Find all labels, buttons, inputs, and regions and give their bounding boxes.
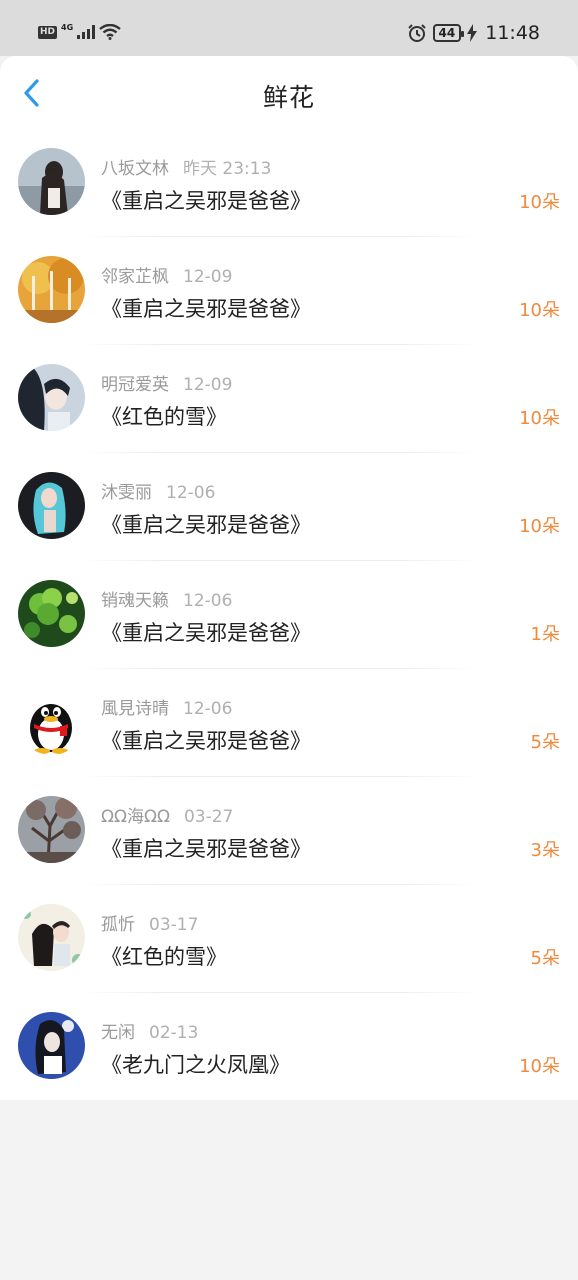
- user-name: 明冠爱英: [101, 375, 169, 395]
- user-name: 孤忻: [101, 915, 135, 935]
- user-name: 销魂天籁: [101, 591, 169, 611]
- avatar[interactable]: [18, 688, 85, 755]
- flower-count: 10朵: [519, 516, 560, 537]
- record-date: 12-09: [183, 375, 233, 395]
- record-meta: 八坂文林 昨天 23:13: [101, 154, 271, 179]
- record-date: 03-27: [183, 807, 234, 827]
- avatar[interactable]: [18, 148, 85, 215]
- wifi-icon: [99, 24, 121, 40]
- book-title: 《老九门之火凤凰》: [101, 1053, 290, 1077]
- status-left: HD 4G: [38, 22, 121, 40]
- user-name: ΩΩ海ΩΩ: [101, 807, 170, 827]
- network-type: 4G: [61, 22, 74, 32]
- user-name: 八坂文林: [101, 159, 169, 179]
- flower-count: 10朵: [519, 192, 560, 213]
- flower-count: 10朵: [519, 408, 560, 429]
- record-meta: 销魂天籁 12-06: [101, 586, 232, 611]
- battery-icon: 44: [432, 24, 464, 42]
- record-meta: 邻家芷枫 12-09: [101, 262, 232, 287]
- avatar[interactable]: [18, 904, 85, 971]
- flower-count: 3朵: [530, 840, 560, 861]
- list-item[interactable]: 邻家芷枫 12-09 《重启之吴邪是爸爸》 10朵: [0, 236, 578, 344]
- user-name: 邻家芷枫: [101, 267, 169, 287]
- record-meta: 无闲 02-13: [101, 1018, 198, 1043]
- record-date: 12-06: [166, 483, 216, 503]
- record-meta: ΩΩ海ΩΩ 03-27: [101, 802, 233, 827]
- list-item[interactable]: ΩΩ海ΩΩ 03-27 《重启之吴邪是爸爸》 3朵: [0, 776, 578, 884]
- hd-icon: HD: [38, 25, 58, 39]
- list-item[interactable]: 八坂文林 昨天 23:13 《重启之吴邪是爸爸》 10朵: [0, 128, 578, 236]
- user-name: 風見诗晴: [101, 699, 169, 719]
- book-title: 《重启之吴邪是爸爸》: [101, 189, 311, 213]
- book-title: 《红色的雪》: [101, 405, 227, 429]
- book-title: 《重启之吴邪是爸爸》: [101, 621, 311, 645]
- avatar[interactable]: [18, 256, 85, 323]
- page-title: 鲜花: [262, 83, 315, 112]
- user-name: 沐雯丽: [101, 483, 152, 503]
- record-date: 03-17: [149, 915, 199, 935]
- book-title: 《红色的雪》: [101, 945, 227, 969]
- record-date: 02-13: [149, 1023, 199, 1043]
- flower-count: 10朵: [519, 1056, 560, 1077]
- flower-count: 5朵: [530, 732, 560, 753]
- list-item[interactable]: 風見诗晴 12-06 《重启之吴邪是爸爸》 5朵: [0, 668, 578, 776]
- alarm-icon: [407, 24, 426, 42]
- clock: 11:48: [485, 22, 540, 44]
- book-title: 《重启之吴邪是爸爸》: [101, 297, 311, 321]
- record-date: 昨天 23:13: [183, 159, 272, 179]
- list-item[interactable]: 孤忻 03-17 《红色的雪》 5朵: [0, 884, 578, 992]
- flower-count: 10朵: [519, 300, 560, 321]
- avatar[interactable]: [18, 472, 85, 539]
- flower-count: 5朵: [530, 948, 560, 969]
- avatar[interactable]: [18, 796, 85, 863]
- avatar[interactable]: [18, 580, 85, 647]
- book-title: 《重启之吴邪是爸爸》: [101, 729, 311, 753]
- list-item[interactable]: 沐雯丽 12-06 《重启之吴邪是爸爸》 10朵: [0, 452, 578, 560]
- book-title: 《重启之吴邪是爸爸》: [101, 837, 311, 861]
- avatar[interactable]: [18, 364, 85, 431]
- record-meta: 明冠爱英 12-09: [101, 370, 232, 395]
- charging-icon: [467, 24, 478, 42]
- record-meta: 沐雯丽 12-06: [101, 478, 215, 503]
- header: 鲜花: [0, 56, 578, 128]
- list-item[interactable]: 无闲 02-13 《老九门之火凤凰》 10朵: [0, 992, 578, 1100]
- record-meta: 風見诗晴 12-06: [101, 694, 232, 719]
- record-date: 12-06: [183, 591, 233, 611]
- record-date: 12-09: [183, 267, 233, 287]
- list-item[interactable]: 销魂天籁 12-06 《重启之吴邪是爸爸》 1朵: [0, 560, 578, 668]
- signal-icon: [77, 25, 96, 39]
- user-name: 无闲: [101, 1023, 135, 1043]
- book-title: 《重启之吴邪是爸爸》: [101, 513, 311, 537]
- avatar[interactable]: [18, 1012, 85, 1079]
- list-item[interactable]: 明冠爱英 12-09 《红色的雪》 10朵: [0, 344, 578, 452]
- record-date: 12-06: [183, 699, 233, 719]
- flower-record-list: 八坂文林 昨天 23:13 《重启之吴邪是爸爸》 10朵 邻家芷枫 12-09 《重…: [0, 128, 578, 1100]
- record-meta: 孤忻 03-17: [101, 910, 198, 935]
- flower-count: 1朵: [530, 624, 560, 645]
- status-right: 44 11:48: [407, 22, 540, 44]
- status-bar: HD 4G 44 11:48: [0, 0, 578, 56]
